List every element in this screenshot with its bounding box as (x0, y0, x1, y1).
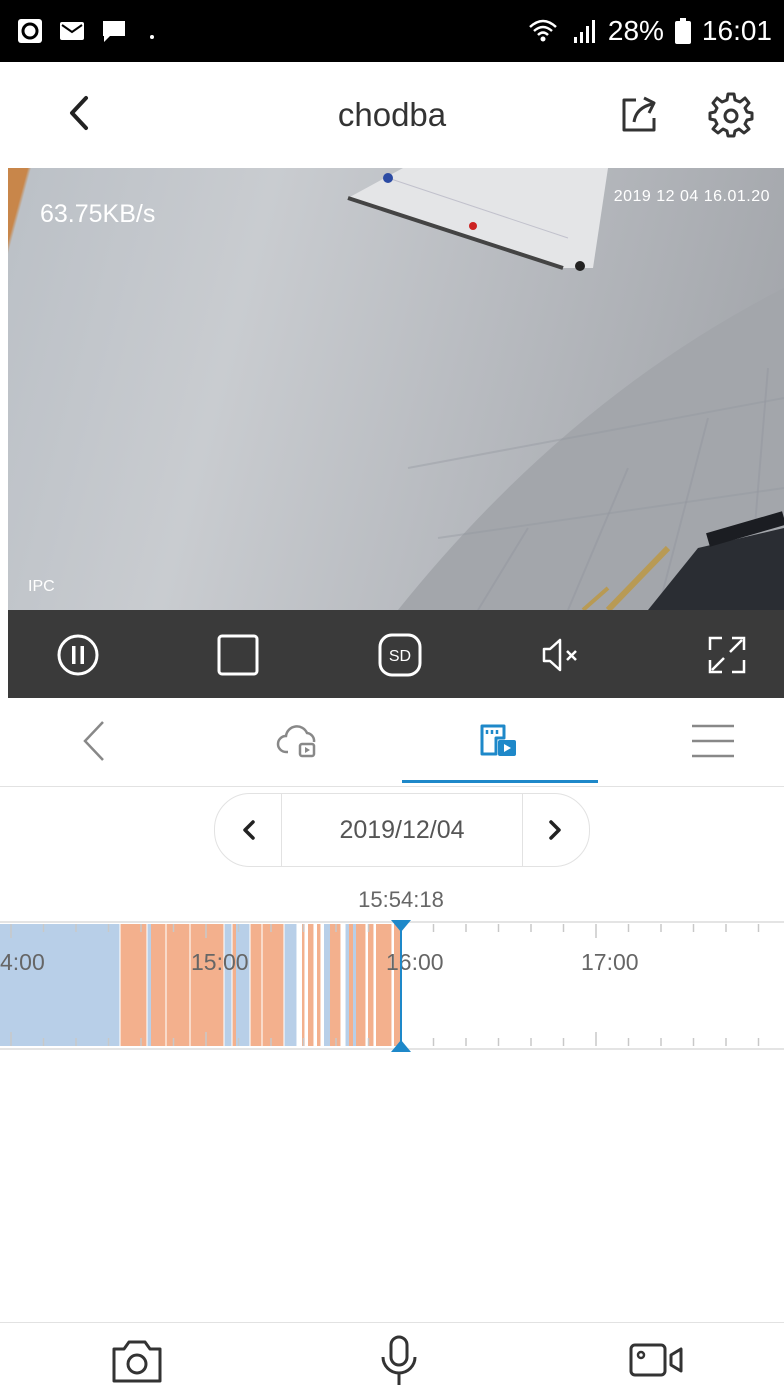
event-recording-segment[interactable] (330, 924, 341, 1046)
event-recording-segment[interactable] (368, 924, 374, 1046)
microphone-icon[interactable] (372, 1333, 426, 1387)
gear-icon[interactable] (708, 92, 754, 138)
event-recording-segment[interactable] (151, 924, 190, 1046)
app-icon (18, 19, 42, 43)
status-bar: 28% 16:01 (0, 0, 784, 62)
normal-recording-segment[interactable] (224, 924, 232, 1046)
normal-recording-segment[interactable] (284, 924, 297, 1046)
video-timestamp: 2019 12 04 16.01.20 (613, 188, 770, 205)
playback-tabs (0, 698, 784, 787)
timeline-hour-label: 16:00 (386, 949, 444, 975)
quality-sd-button[interactable]: SD (377, 632, 423, 678)
share-icon[interactable] (616, 92, 662, 138)
app-header: chodba (0, 62, 784, 168)
event-recording-segment[interactable] (376, 924, 392, 1046)
normal-recording-segment[interactable] (236, 924, 250, 1046)
event-recording-segment[interactable] (190, 924, 224, 1046)
timeline-current-time: 15:54:18 (358, 887, 444, 912)
battery-icon (674, 18, 691, 44)
event-recording-segment[interactable] (356, 924, 366, 1046)
message-icon (103, 21, 125, 42)
normal-recording-segment[interactable] (324, 924, 330, 1046)
previous-day-button[interactable] (215, 794, 282, 866)
event-recording-segment[interactable] (250, 924, 284, 1046)
sd-card-playback-icon[interactable] (474, 716, 524, 766)
menu-icon[interactable] (688, 716, 738, 766)
camera-feed-image (347, 168, 784, 610)
next-day-button[interactable] (522, 794, 589, 866)
active-tab-indicator (402, 780, 598, 783)
recording-timeline[interactable]: 4:00 15:00 16:00 17:00 (0, 918, 784, 1052)
event-recording-segment[interactable] (120, 924, 147, 1046)
stop-icon[interactable] (215, 632, 261, 678)
video-player[interactable]: 63.75KB/s 2019 12 04 16.01.20 IPC (8, 168, 784, 610)
timeline-hour-label: 15:00 (191, 949, 249, 975)
mail-icon (60, 22, 84, 40)
tab-back-icon[interactable] (71, 716, 121, 766)
camera-snapshot-icon[interactable] (110, 1333, 164, 1387)
timeline-hour-label: 17:00 (581, 949, 639, 975)
event-recording-segment[interactable] (394, 924, 401, 1046)
mute-icon[interactable] (538, 632, 584, 678)
video-record-icon[interactable] (629, 1333, 683, 1387)
event-recording-segment[interactable] (349, 924, 353, 1046)
normal-recording-segment[interactable] (0, 924, 120, 1046)
bitrate-label: 63.75KB/s (40, 200, 156, 228)
selected-date: 2019/12/04 (339, 816, 465, 844)
page-title: chodba (337, 96, 447, 133)
bottom-action-bar (0, 1322, 784, 1390)
chevron-left-icon (243, 820, 255, 840)
cloud-playback-icon[interactable] (276, 716, 326, 766)
event-recording-segment[interactable] (308, 924, 314, 1046)
video-watermark: IPC (28, 578, 55, 595)
date-selector: 2019/12/04 (214, 793, 590, 867)
signal-icon (573, 20, 595, 43)
fullscreen-icon[interactable] (704, 632, 750, 678)
player-controls: SD (8, 610, 784, 698)
quality-label: SD (389, 648, 411, 665)
chevron-right-icon (549, 820, 561, 840)
timeline-hour-label: 4:00 (0, 949, 45, 975)
clock: 16:01 (701, 15, 772, 46)
normal-recording-segment[interactable] (353, 924, 356, 1046)
pause-icon[interactable] (55, 632, 101, 678)
battery-percent: 28% (607, 15, 664, 46)
dot-icon (150, 35, 154, 39)
wifi-icon (529, 19, 557, 42)
